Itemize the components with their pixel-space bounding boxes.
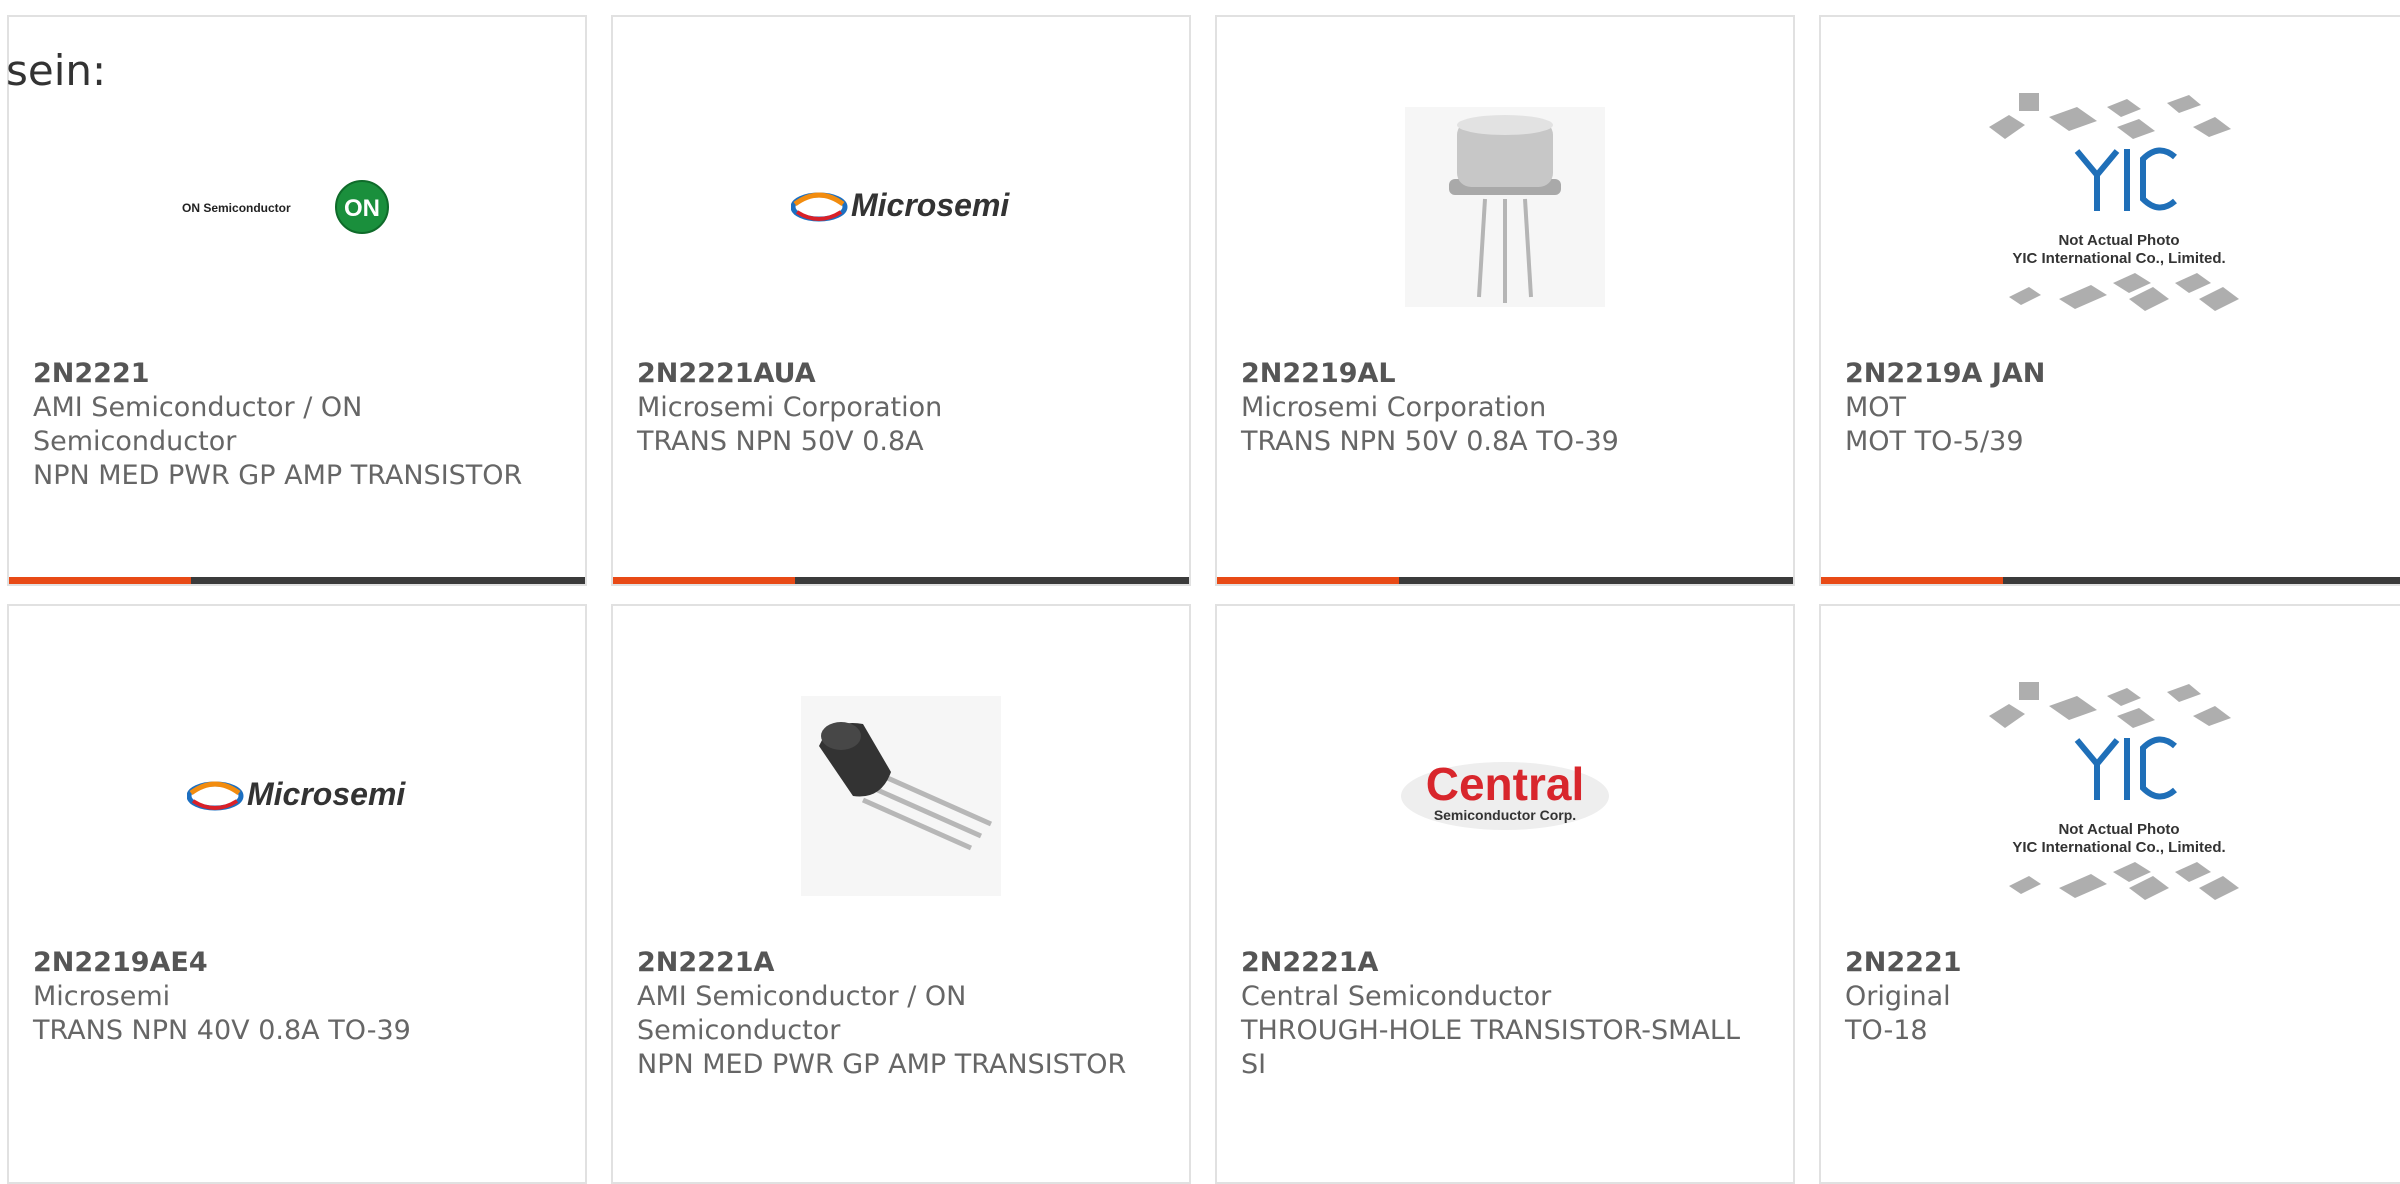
product-card[interactable]: Not Actual Photo YIC International Co., … xyxy=(1819,15,2400,586)
yic-placeholder-image: Not Actual Photo YIC International Co., … xyxy=(1989,93,2239,311)
logo-badge: ON xyxy=(344,195,380,222)
manufacturer: AMI Semiconductor / ON Semiconductor xyxy=(33,392,363,457)
product-card[interactable]: Not Actual Photo YIC International Co., … xyxy=(1819,604,2400,1184)
product-image[interactable]: Microsemi xyxy=(9,666,585,926)
manufacturer: Microsemi Corporation xyxy=(1241,392,1547,423)
logo-subtext: Semiconductor Corp. xyxy=(1434,807,1576,823)
product-card[interactable]: ON Semiconductor ON 2N2221 AMI Semicondu… xyxy=(7,15,587,586)
part-number[interactable]: 2N2221 xyxy=(33,357,561,391)
product-card[interactable]: 2N2221A AMI Semiconductor / ON Semicondu… xyxy=(611,604,1191,1184)
product-image[interactable]: Central Semiconductor Corp. xyxy=(1217,666,1793,926)
manufacturer: Microsemi xyxy=(33,981,171,1012)
intro-text: sein: xyxy=(6,46,107,95)
product-image[interactable]: ON Semiconductor ON xyxy=(9,77,585,337)
to92-transistor-photo xyxy=(801,696,1001,896)
card-bar-accent xyxy=(1821,577,2003,584)
product-image[interactable] xyxy=(613,666,1189,926)
logo-text: Central xyxy=(1426,758,1584,810)
image-caption-1: Not Actual Photo xyxy=(2058,232,2179,249)
manufacturer: Central Semiconductor xyxy=(1241,981,1552,1012)
image-caption-2: YIC International Co., Limited. xyxy=(2012,839,2225,856)
part-number[interactable]: 2N2219AE4 xyxy=(33,946,561,980)
card-bar xyxy=(9,577,585,584)
product-image[interactable]: Not Actual Photo YIC International Co., … xyxy=(1821,666,2400,926)
part-number[interactable]: 2N2221 xyxy=(1845,946,2393,980)
card-bar-accent xyxy=(9,577,191,584)
on-semiconductor-logo: ON Semiconductor ON xyxy=(182,180,389,234)
manufacturer: MOT xyxy=(1845,392,1907,423)
manufacturer: AMI Semiconductor / ON Semiconductor xyxy=(637,981,967,1046)
product-card[interactable]: Microsemi 2N2219AE4 Microsemi TRANS NPN … xyxy=(7,604,587,1184)
central-semiconductor-logo: Central Semiconductor Corp. xyxy=(1401,758,1609,830)
part-number[interactable]: 2N2219A JAN xyxy=(1845,357,2393,391)
manufacturer: Original xyxy=(1845,981,1951,1012)
card-bar-accent xyxy=(613,577,795,584)
card-bar xyxy=(1821,577,2400,584)
description: TRANS NPN 40V 0.8A TO-39 xyxy=(33,1015,411,1046)
part-number[interactable]: 2N2221AUA xyxy=(637,357,1165,391)
product-card[interactable]: 2N2219AL Microsemi Corporation TRANS NPN… xyxy=(1215,15,1795,586)
product-image[interactable]: Not Actual Photo YIC International Co., … xyxy=(1821,77,2400,337)
card-bar-accent xyxy=(1217,577,1399,584)
image-caption-2: YIC International Co., Limited. xyxy=(2012,250,2225,267)
product-image[interactable] xyxy=(1217,77,1793,337)
microsemi-logo: Microsemi xyxy=(791,187,1010,223)
description: TO-18 xyxy=(1845,1015,1928,1046)
logo-text: Microsemi xyxy=(247,776,406,812)
description: TRANS NPN 50V 0.8A xyxy=(637,426,924,457)
description: MOT TO-5/39 xyxy=(1845,426,2024,457)
part-number[interactable]: 2N2219AL xyxy=(1241,357,1769,391)
description: NPN MED PWR GP AMP TRANSISTOR xyxy=(637,1049,1127,1080)
to39-metal-can-photo xyxy=(1405,107,1605,307)
part-number[interactable]: 2N2221A xyxy=(1241,946,1769,980)
card-bar xyxy=(613,577,1189,584)
microsemi-logo: Microsemi xyxy=(187,776,406,812)
yic-placeholder-image: Not Actual Photo YIC International Co., … xyxy=(1989,682,2239,900)
description: NPN MED PWR GP AMP TRANSISTOR xyxy=(33,460,523,491)
card-bar xyxy=(1217,577,1793,584)
product-image[interactable]: Microsemi xyxy=(613,77,1189,337)
product-card[interactable]: Central Semiconductor Corp. 2N2221A Cent… xyxy=(1215,604,1795,1184)
image-caption-1: Not Actual Photo xyxy=(2058,821,2179,838)
product-card[interactable]: Microsemi 2N2221AUA Microsemi Corporatio… xyxy=(611,15,1191,586)
description: TRANS NPN 50V 0.8A TO-39 xyxy=(1241,426,1619,457)
manufacturer: Microsemi Corporation xyxy=(637,392,943,423)
part-number[interactable]: 2N2221A xyxy=(637,946,1165,980)
logo-text: ON Semiconductor xyxy=(182,201,291,215)
logo-text: Microsemi xyxy=(851,187,1010,223)
description: THROUGH-HOLE TRANSISTOR-SMALL SI xyxy=(1241,1015,1740,1080)
